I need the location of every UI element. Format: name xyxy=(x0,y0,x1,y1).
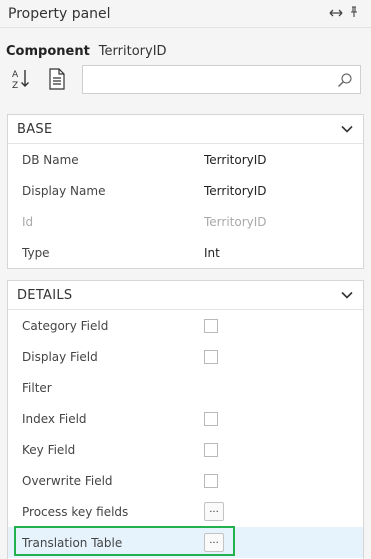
base-section-title: BASE xyxy=(17,121,53,137)
details-section-header[interactable]: DETAILS xyxy=(8,281,363,310)
property-name: Process key fields xyxy=(22,504,129,519)
property-panel: Property panel Component TerritoryID A Z xyxy=(0,0,371,559)
property-row-display-field[interactable]: Display Field xyxy=(8,341,363,372)
property-value: TerritoryID xyxy=(204,214,267,229)
property-search xyxy=(82,65,361,94)
base-section-header[interactable]: BASE xyxy=(8,115,363,144)
ellipsis-button[interactable]: ... xyxy=(204,533,224,552)
component-name: TerritoryID xyxy=(98,44,167,59)
property-row-translation-table[interactable]: Translation Table ... xyxy=(8,527,363,558)
base-section: BASE DB Name TerritoryID Display Name Te… xyxy=(7,114,364,269)
panel-titlebar: Property panel xyxy=(0,0,371,28)
component-label: Component xyxy=(6,44,90,59)
property-name: Translation Table xyxy=(22,535,123,550)
panel-toolbar: A Z xyxy=(10,67,68,91)
horizontal-resize-icon[interactable] xyxy=(327,7,345,21)
property-checkbox[interactable] xyxy=(204,443,218,457)
property-row-id: Id TerritoryID xyxy=(8,206,363,237)
property-pages-icon[interactable] xyxy=(46,67,68,91)
component-info: Component TerritoryID xyxy=(6,44,167,59)
property-row-key-field[interactable]: Key Field xyxy=(8,434,363,465)
property-row-category-field[interactable]: Category Field xyxy=(8,310,363,341)
svg-text:A: A xyxy=(12,70,19,80)
ellipsis-button[interactable]: ... xyxy=(204,502,224,521)
property-checkbox[interactable] xyxy=(204,412,218,426)
search-icon[interactable] xyxy=(337,72,353,88)
panel-title: Property panel xyxy=(8,5,111,22)
property-name: Key Field xyxy=(22,442,76,457)
chevron-down-icon[interactable] xyxy=(340,122,354,136)
search-input[interactable] xyxy=(83,66,360,93)
property-name: Filter xyxy=(22,380,52,395)
property-name: Type xyxy=(22,245,50,260)
property-row-filter[interactable]: Filter xyxy=(8,372,363,403)
property-name: Index Field xyxy=(22,411,87,426)
property-checkbox[interactable] xyxy=(204,319,218,333)
property-row-process-key-fields[interactable]: Process key fields ... xyxy=(8,496,363,527)
property-checkbox[interactable] xyxy=(204,474,218,488)
svg-text:Z: Z xyxy=(12,81,18,91)
property-name: Display Field xyxy=(22,349,98,364)
property-value[interactable]: TerritoryID xyxy=(204,184,267,198)
property-name: Display Name xyxy=(22,183,106,198)
sort-az-icon[interactable]: A Z xyxy=(10,67,32,91)
property-row-overwrite-field[interactable]: Overwrite Field xyxy=(8,465,363,496)
property-name: Category Field xyxy=(22,318,109,333)
property-row-type[interactable]: Type Int xyxy=(8,237,363,268)
property-name: Id xyxy=(22,214,34,229)
details-section: DETAILS Category Field Display Field Fil… xyxy=(7,280,364,559)
property-value[interactable]: Int xyxy=(204,246,220,260)
chevron-down-icon[interactable] xyxy=(340,288,354,302)
property-name: Overwrite Field xyxy=(22,473,113,488)
property-row-db-name[interactable]: DB Name TerritoryID xyxy=(8,144,363,175)
details-section-title: DETAILS xyxy=(17,287,73,303)
property-value[interactable]: TerritoryID xyxy=(204,153,267,167)
property-name: DB Name xyxy=(22,152,79,167)
pin-icon[interactable] xyxy=(345,6,363,21)
property-row-display-name[interactable]: Display Name TerritoryID xyxy=(8,175,363,206)
property-row-index-field[interactable]: Index Field xyxy=(8,403,363,434)
property-checkbox[interactable] xyxy=(204,350,218,364)
